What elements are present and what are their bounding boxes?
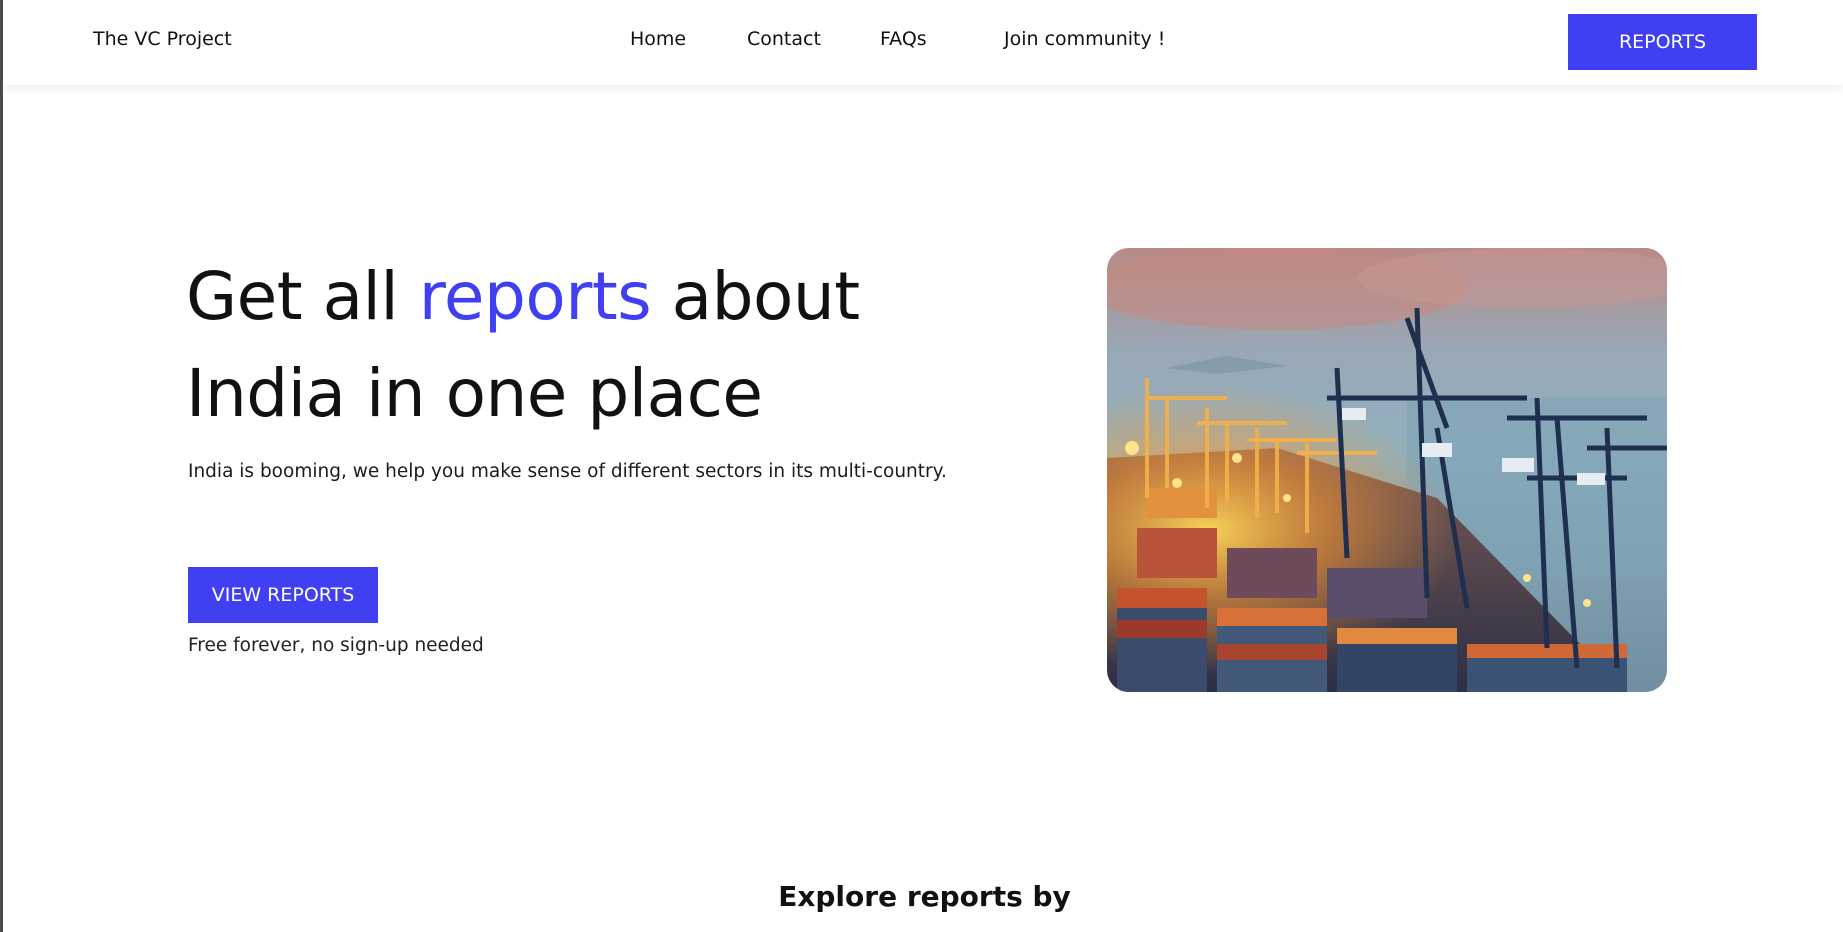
port-illustration [1107, 248, 1667, 692]
port-cranes-image [1107, 248, 1667, 692]
reports-button[interactable]: REPORTS [1568, 14, 1757, 70]
nav-contact-link[interactable]: Contact [747, 28, 821, 50]
page: The VC Project Home Contact FAQs Join co… [0, 0, 1843, 932]
nav-faqs-link[interactable]: FAQs [880, 28, 927, 50]
hero-subtitle: India is booming, we help you make sense… [188, 461, 947, 482]
nav-home-link[interactable]: Home [630, 28, 686, 50]
hero-note: Free forever, no sign-up needed [188, 635, 484, 656]
hero-title-accent: reports [418, 258, 652, 335]
top-navbar: The VC Project Home Contact FAQs Join co… [3, 0, 1843, 85]
hero-title-line2: India in one place [186, 355, 763, 432]
nav-join-community-link[interactable]: Join community ! [1004, 28, 1165, 50]
explore-reports-heading: Explore reports by [778, 880, 1071, 913]
hero-title-part1: Get all [186, 258, 419, 335]
hero-title-part2: about [651, 258, 860, 335]
brand-logo-text[interactable]: The VC Project [93, 28, 232, 50]
view-reports-button[interactable]: VIEW REPORTS [188, 567, 378, 623]
hero-title: Get all reports about India in one place [186, 248, 860, 442]
